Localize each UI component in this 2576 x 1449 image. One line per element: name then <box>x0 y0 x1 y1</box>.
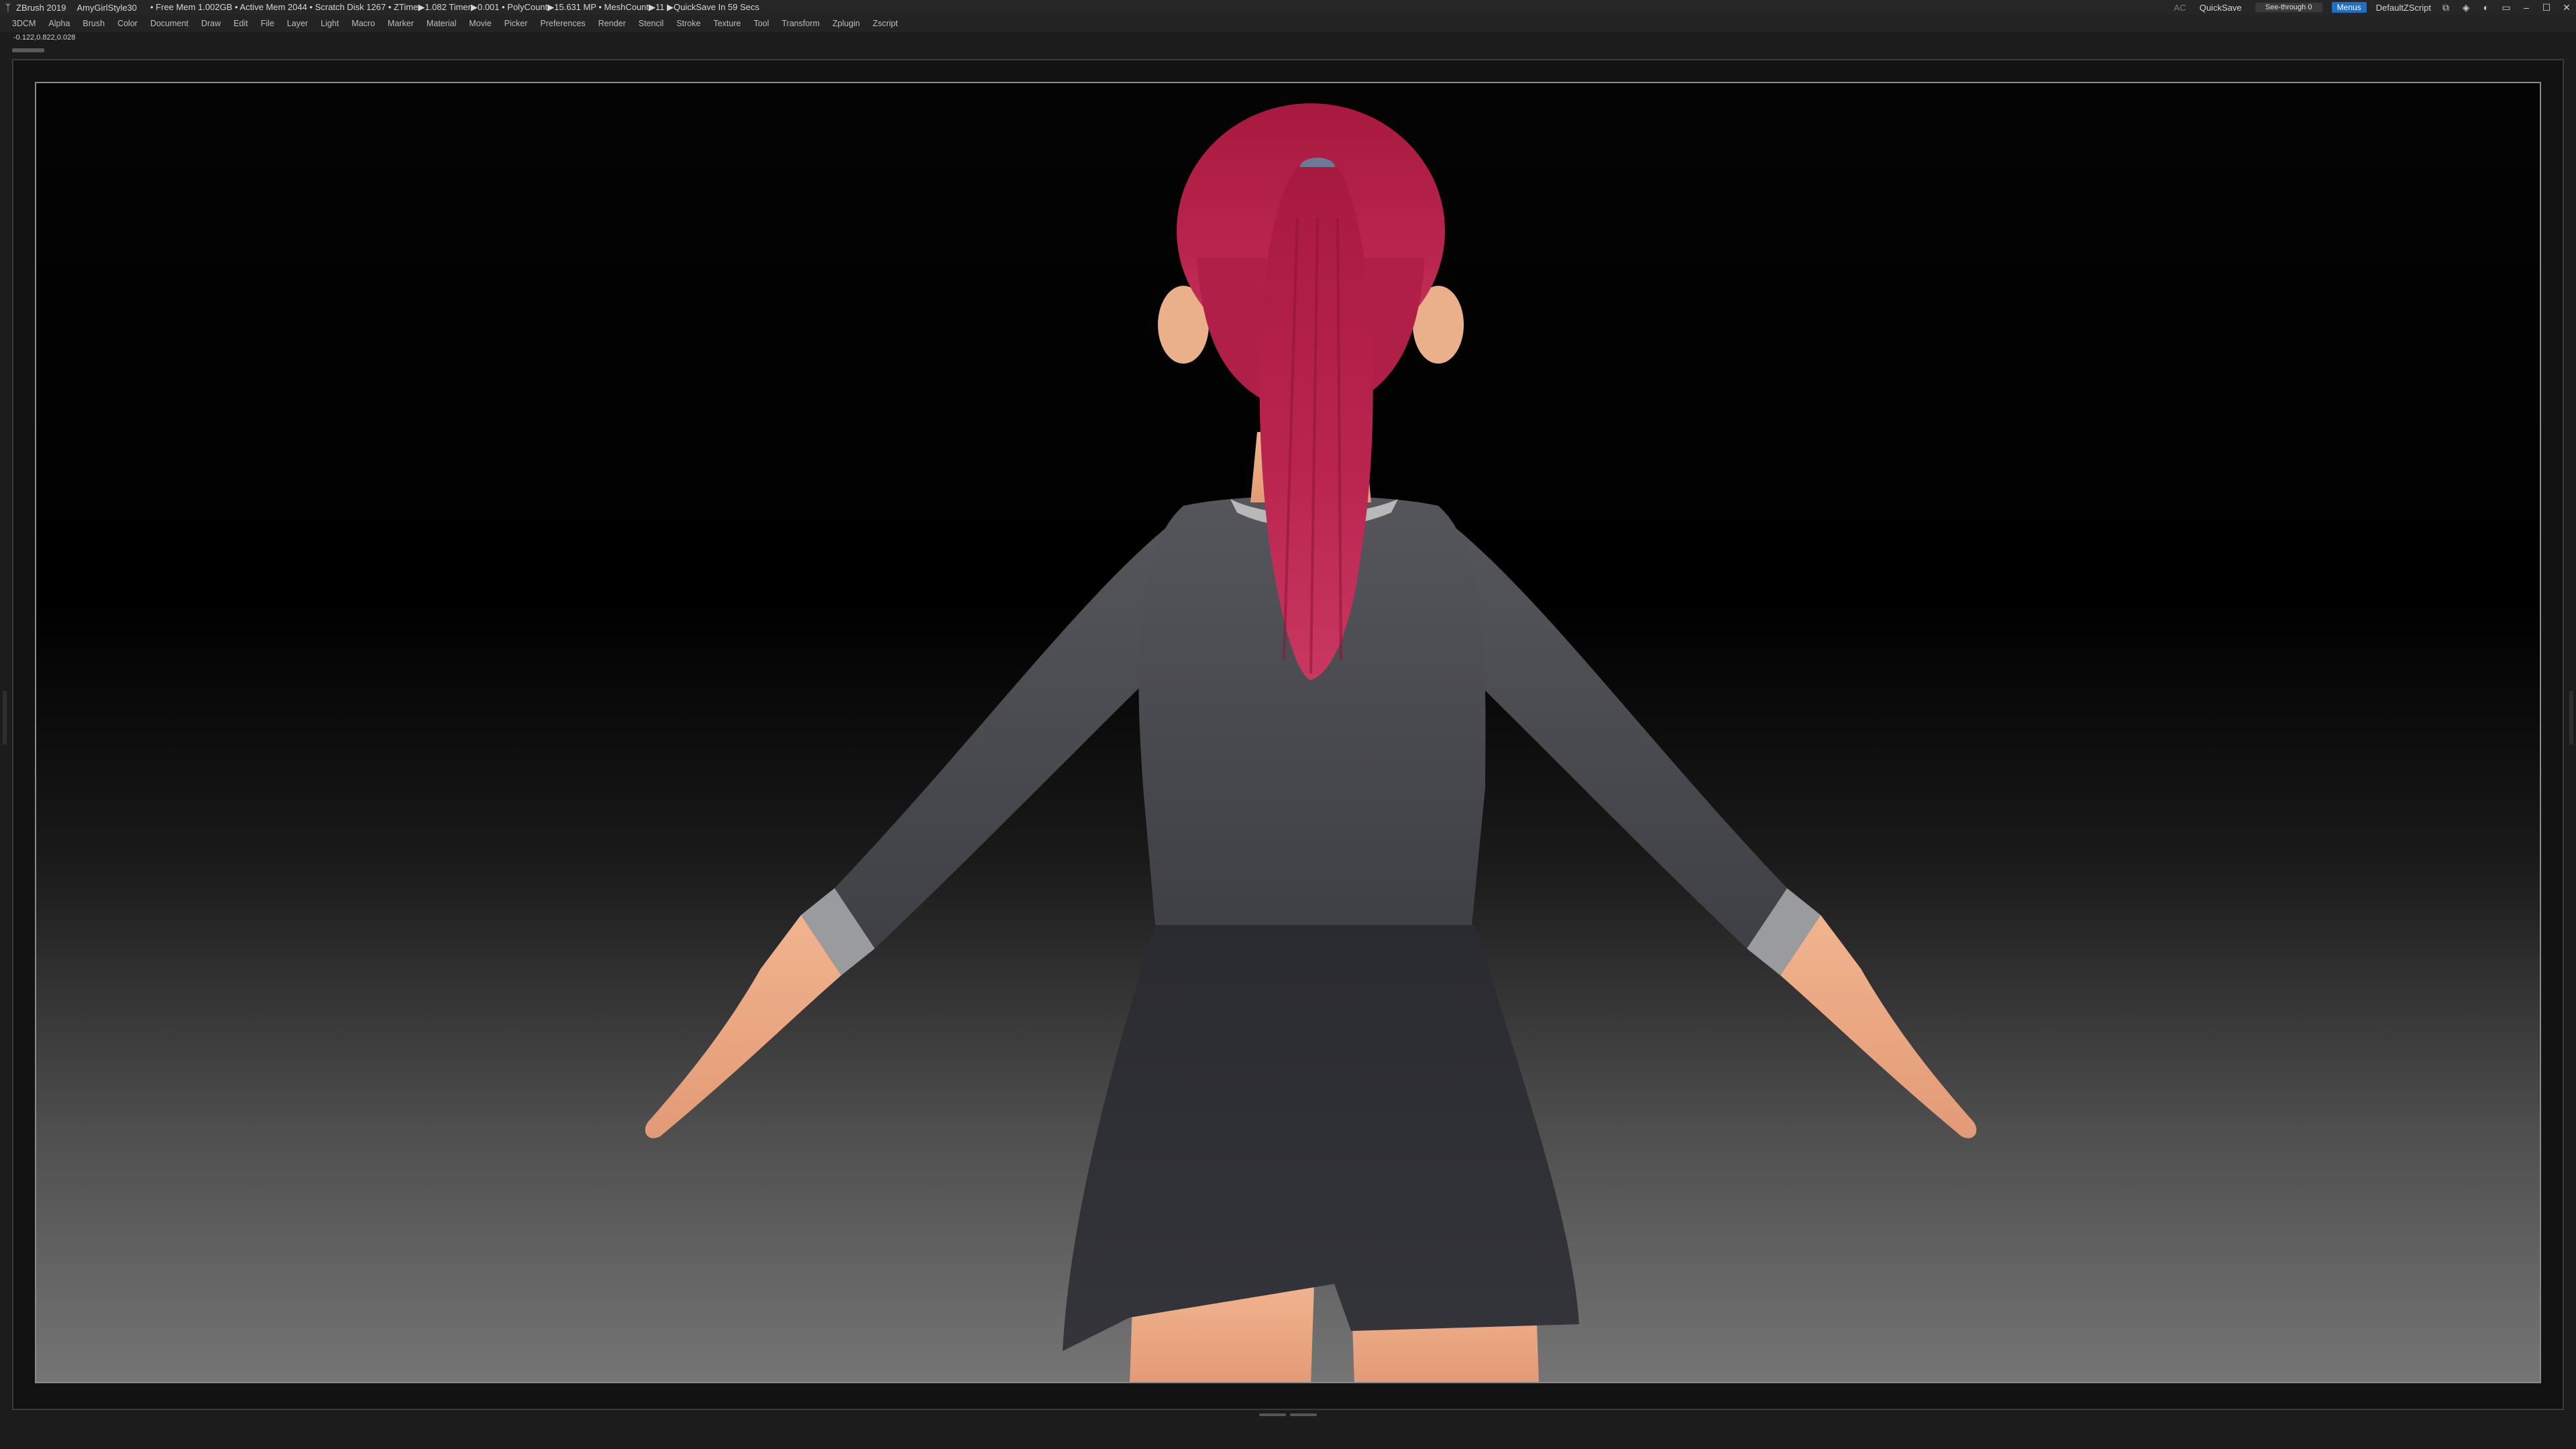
left-hand <box>645 915 841 1138</box>
menu-light[interactable]: Light <box>321 19 339 28</box>
menu-material[interactable]: Material <box>427 19 456 28</box>
left-tray-handle[interactable] <box>3 691 7 745</box>
menu-stroke[interactable]: Stroke <box>676 19 700 28</box>
right-hand <box>1780 915 1977 1138</box>
window-icon[interactable]: ▭ <box>2501 2 2512 13</box>
menu-zscript[interactable]: Zscript <box>873 19 898 28</box>
ac-button[interactable]: AC <box>2174 3 2186 13</box>
menu-render[interactable]: Render <box>598 19 626 28</box>
menu-texture[interactable]: Texture <box>713 19 741 28</box>
zbrush-logo-icon[interactable]: ᛉ <box>3 2 13 13</box>
maximize-icon[interactable]: ☐ <box>2541 2 2552 13</box>
menu-brush[interactable]: Brush <box>83 19 105 28</box>
see-through-slider[interactable]: See-through 0 <box>2255 3 2322 12</box>
menu-layer[interactable]: Layer <box>287 19 308 28</box>
menu-bar: 3DCM Alpha Brush Color Document Draw Edit File L… <box>0 15 2576 32</box>
viewport-canvas[interactable] <box>35 82 2541 1383</box>
menu-color[interactable]: Color <box>117 19 138 28</box>
cursor-coordinates: -0.122,0.822,0.028 <box>13 34 76 42</box>
menu-marker[interactable]: Marker <box>388 19 414 28</box>
menu-edit[interactable]: Edit <box>233 19 248 28</box>
app-title: ZBrush 2019 <box>16 2 66 13</box>
status-readout: • Free Mem 1.002GB • Active Mem 2044 • S… <box>150 2 760 12</box>
menu-alpha[interactable]: Alpha <box>48 19 70 28</box>
title-bar-controls: AC QuickSave See-through 0 Menus Default… <box>2174 0 2572 15</box>
menu-3dcm[interactable]: 3DCM <box>12 19 36 28</box>
menu-macro[interactable]: Macro <box>352 19 375 28</box>
title-bar: ᛉ ZBrush 2019 AmyGirlStyle30 • Free Mem … <box>0 0 2576 15</box>
menu-picker[interactable]: Picker <box>504 19 528 28</box>
menu-preferences[interactable]: Preferences <box>540 19 585 28</box>
document-name: AmyGirlStyle30 <box>76 2 138 13</box>
menu-stencil[interactable]: Stencil <box>639 19 664 28</box>
default-zscript-button[interactable]: DefaultZScript <box>2376 3 2431 13</box>
menu-zplugin[interactable]: Zplugin <box>833 19 860 28</box>
progress-bar <box>12 48 44 52</box>
skirt <box>1063 925 1579 1351</box>
quicksave-button[interactable]: QuickSave <box>2196 3 2246 13</box>
menu-tool[interactable]: Tool <box>753 19 769 28</box>
see-through-label: See-through 0 <box>2265 3 2312 11</box>
menu-document[interactable]: Document <box>150 19 189 28</box>
palette-icon[interactable]: ◈ <box>2461 2 2471 13</box>
menu-draw[interactable]: Draw <box>201 19 221 28</box>
model-render <box>645 103 1977 1382</box>
right-tray-handle[interactable] <box>2569 691 2573 745</box>
minimize-icon[interactable]: – <box>2521 2 2532 13</box>
menus-toggle-button[interactable]: Menus <box>2331 2 2367 13</box>
close-icon[interactable]: ✕ <box>2561 2 2572 13</box>
menu-transform[interactable]: Transform <box>782 19 820 28</box>
menu-file[interactable]: File <box>261 19 274 28</box>
menu-movie[interactable]: Movie <box>469 19 491 28</box>
layout-icon[interactable]: ⧉ <box>2440 2 2451 13</box>
bottom-tray-handle[interactable] <box>1248 1413 1328 1417</box>
color-icon[interactable]: ◐ <box>2481 2 2491 13</box>
